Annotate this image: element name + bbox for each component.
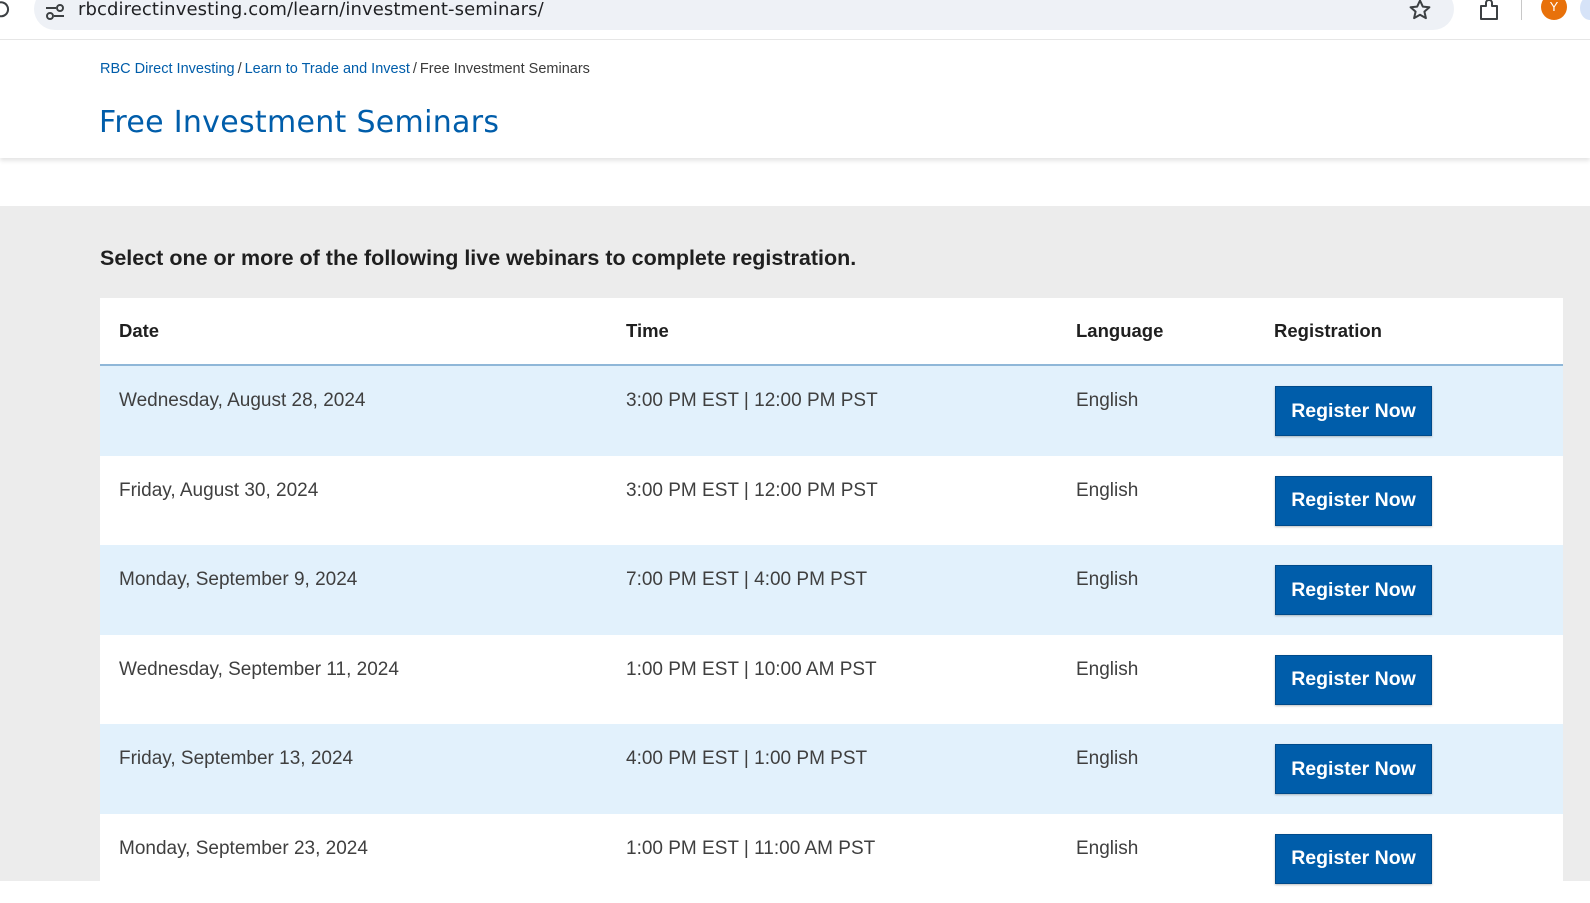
webinar-language: English <box>1076 390 1138 412</box>
breadcrumb-current: Free Investment Seminars <box>420 61 590 77</box>
webinar-date: Wednesday, August 28, 2024 <box>119 390 365 412</box>
browser-toolbar: rbcdirectinvesting.com/learn/investment-… <box>0 0 1590 40</box>
table-row: Monday, September 23, 2024 1:00 PM EST |… <box>100 814 1563 903</box>
reload-icon[interactable] <box>0 0 10 20</box>
table-row: Friday, August 30, 2024 3:00 PM EST | 12… <box>100 456 1563 546</box>
table-row: Wednesday, August 28, 2024 3:00 PM EST |… <box>100 366 1563 456</box>
site-info-icon[interactable] <box>44 2 66 22</box>
table-row: Wednesday, September 11, 2024 1:00 PM ES… <box>100 635 1563 725</box>
breadcrumb-link-home[interactable]: RBC Direct Investing <box>100 61 235 77</box>
register-now-button[interactable]: Register Now <box>1275 744 1432 794</box>
register-now-button[interactable]: Register Now <box>1275 476 1432 526</box>
page-header: RBC Direct Investing/Learn to Trade and … <box>0 40 1590 158</box>
column-header-time: Time <box>626 320 669 342</box>
profile-avatar[interactable]: Y <box>1541 0 1567 20</box>
url-text[interactable]: rbcdirectinvesting.com/learn/investment-… <box>78 0 544 20</box>
register-now-button[interactable]: Register Now <box>1275 565 1432 615</box>
webinar-language: English <box>1076 569 1138 591</box>
extensions-icon[interactable] <box>1476 0 1502 24</box>
webinar-date: Friday, September 13, 2024 <box>119 748 353 770</box>
webinar-time: 1:00 PM EST | 10:00 AM PST <box>626 659 877 681</box>
address-bar[interactable]: rbcdirectinvesting.com/learn/investment-… <box>34 0 1454 30</box>
webinar-time: 4:00 PM EST | 1:00 PM PST <box>626 748 867 770</box>
webinar-time: 7:00 PM EST | 4:00 PM PST <box>626 569 867 591</box>
webinar-language: English <box>1076 838 1138 860</box>
webinar-language: English <box>1076 480 1138 502</box>
register-now-button[interactable]: Register Now <box>1275 834 1432 884</box>
side-panel-button[interactable] <box>1580 0 1590 20</box>
star-icon[interactable] <box>1408 0 1432 22</box>
webinar-time: 1:00 PM EST | 11:00 AM PST <box>626 838 875 860</box>
webinar-date: Wednesday, September 11, 2024 <box>119 659 399 681</box>
webinar-date: Monday, September 9, 2024 <box>119 569 357 591</box>
column-header-date: Date <box>119 320 159 342</box>
table-header: Date Time Language Registration <box>100 298 1563 366</box>
breadcrumb-separator: / <box>410 61 420 77</box>
toolbar-divider <box>1521 0 1522 20</box>
breadcrumb: RBC Direct Investing/Learn to Trade and … <box>100 61 590 77</box>
webinar-language: English <box>1076 659 1138 681</box>
webinar-table: Date Time Language Registration Wednesda… <box>100 298 1563 903</box>
register-now-button[interactable]: Register Now <box>1275 655 1432 705</box>
page-title: Free Investment Seminars <box>99 105 499 140</box>
breadcrumb-link-learn[interactable]: Learn to Trade and Invest <box>245 61 410 77</box>
register-now-button[interactable]: Register Now <box>1275 386 1432 436</box>
table-row: Friday, September 13, 2024 4:00 PM EST |… <box>100 724 1563 814</box>
webinar-time: 3:00 PM EST | 12:00 PM PST <box>626 390 878 412</box>
table-row: Monday, September 9, 2024 7:00 PM EST | … <box>100 545 1563 635</box>
webinar-date: Friday, August 30, 2024 <box>119 480 318 502</box>
breadcrumb-separator: / <box>235 61 245 77</box>
webinar-language: English <box>1076 748 1138 770</box>
header-spacer <box>0 158 1590 206</box>
webinar-date: Monday, September 23, 2024 <box>119 838 368 860</box>
webinar-time: 3:00 PM EST | 12:00 PM PST <box>626 480 878 502</box>
instruction-text: Select one or more of the following live… <box>100 246 856 271</box>
column-header-language: Language <box>1076 320 1163 342</box>
column-header-registration: Registration <box>1274 320 1382 342</box>
seminar-section: Select one or more of the following live… <box>0 206 1590 881</box>
